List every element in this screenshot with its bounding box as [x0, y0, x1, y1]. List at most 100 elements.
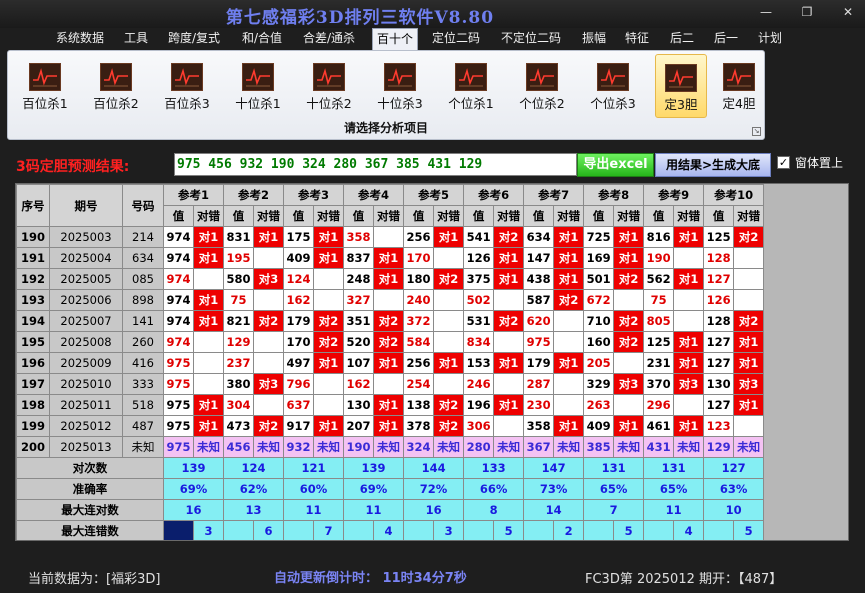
- table-row[interactable]: 191 2025004 634 974 对1 195 409 对1 837 对1 170 126 对1 1…: [16, 247, 765, 269]
- ref-value: 129: [703, 436, 735, 458]
- col-header-ref: 参考6: [463, 184, 525, 206]
- table-row[interactable]: 196 2025009 416 975 237 497 对1 107 对1 256 对1 153 对1 1…: [16, 352, 765, 374]
- ref-value: 256: [403, 352, 435, 374]
- ref-match: [493, 373, 525, 395]
- table-row[interactable]: 197 2025010 333 975 380 对3 796 162 254 246 287 329 对…: [16, 373, 765, 395]
- ref-match: 对1: [553, 247, 585, 269]
- menu-item[interactable]: 合差/通杀: [299, 28, 359, 50]
- ribbon-button[interactable]: 定4胆: [713, 54, 765, 118]
- ref-value: 634: [523, 226, 555, 248]
- ref-match: [493, 331, 525, 353]
- ref-value: 128: [703, 247, 735, 269]
- row-number: 未知: [122, 436, 164, 458]
- table-row[interactable]: 198 2025011 518 975 对1 304 637 130 对1 138 对2 196 对1 2…: [16, 394, 765, 416]
- ribbon-button[interactable]: 十位杀3: [371, 54, 429, 118]
- stat-value: 60%: [283, 478, 345, 500]
- ribbon-button[interactable]: 十位杀1: [229, 54, 287, 118]
- chart-icon: [100, 63, 132, 91]
- ref-value: 816: [643, 226, 675, 248]
- chart-icon: [665, 64, 697, 92]
- ref-match: 对2: [313, 331, 345, 353]
- ribbon-button[interactable]: 百位杀3: [158, 54, 216, 118]
- chart-icon: [384, 63, 416, 91]
- ribbon-button[interactable]: 定3胆: [655, 54, 707, 118]
- topmost-checkbox[interactable]: ✓: [777, 156, 790, 169]
- menu-item[interactable]: 百十个: [372, 28, 419, 50]
- restore-icon[interactable]: ❐: [795, 4, 819, 20]
- stat-value: 4: [373, 520, 405, 540]
- table-row[interactable]: 194 2025007 141 974 对1 821 对2 179 对2 351 对2 372 531 对…: [16, 310, 765, 332]
- ribbon-button[interactable]: 百位杀1: [16, 54, 74, 118]
- col-header-ref: 参考9: [643, 184, 705, 206]
- close-icon[interactable]: ✕: [836, 4, 860, 20]
- ribbon-button[interactable]: 个位杀3: [584, 54, 642, 118]
- ref-match: 对1: [192, 289, 225, 311]
- dialog-launcher-icon[interactable]: ↘: [752, 127, 761, 136]
- topmost-label: 窗体置上: [795, 156, 844, 170]
- row-index: 192: [16, 268, 50, 290]
- ref-match: [192, 268, 225, 290]
- stat-value: 16: [403, 499, 465, 521]
- ref-value: 637: [283, 394, 315, 416]
- menu-item[interactable]: 后一: [710, 28, 742, 50]
- row-number: 416: [122, 352, 164, 374]
- stat-value: 5: [613, 520, 645, 540]
- menu-item[interactable]: 跨度/复式: [164, 28, 224, 50]
- ref-match: 未知: [733, 436, 765, 458]
- ref-match: 对1: [192, 226, 225, 248]
- table-row[interactable]: 192 2025005 085 974 580 对3 124 248 对1 180 对2 375 对1 4…: [16, 268, 765, 290]
- row-period: 2025006: [49, 289, 123, 311]
- row-period: 2025003: [49, 226, 123, 248]
- ref-value: 358: [523, 415, 555, 437]
- ref-match: [613, 394, 645, 416]
- ref-match: [253, 247, 285, 269]
- ribbon-button[interactable]: 十位杀2: [300, 54, 358, 118]
- ref-value: 438: [523, 268, 555, 290]
- ref-match: 对1: [493, 394, 525, 416]
- ref-match: 对1: [253, 226, 285, 248]
- export-excel-button[interactable]: 导出excel: [577, 153, 654, 177]
- col-header-match: 对错: [613, 205, 645, 227]
- ribbon-button[interactable]: 百位杀2: [87, 54, 145, 118]
- ref-match: 对1: [493, 352, 525, 374]
- menu-item[interactable]: 计划: [754, 28, 786, 50]
- minimize-icon[interactable]: —: [754, 4, 778, 20]
- ribbon-button[interactable]: 个位杀1: [442, 54, 500, 118]
- ref-match: 对1: [673, 268, 705, 290]
- table-row[interactable]: 199 2025012 487 975 对1 473 对2 917 对1 207 对1 378 对2 30…: [16, 415, 765, 437]
- ref-value: 304: [223, 394, 255, 416]
- ref-match: 未知: [613, 436, 645, 458]
- data-grid: 序号 期号 号码 参考1 参考2 参考3 参考4 参考5 参考6 参考7 参考8 参考9 参考10 值对错…: [15, 183, 849, 541]
- table-row[interactable]: 190 2025003 214 974 对1 831 对1 175 对1 358 256 对1 541 对…: [16, 226, 765, 248]
- ref-match: [733, 289, 765, 311]
- prediction-row[interactable]: 200 2025013 未知 975 未知 456 未知 932 未知 190 未知 324 未知 280…: [16, 436, 765, 458]
- table-row[interactable]: 193 2025006 898 974 对1 75 162 327 240 502 587 对2 672…: [16, 289, 765, 311]
- col-header-ref: 参考4: [343, 184, 405, 206]
- menu-item[interactable]: 不定位二码: [497, 28, 565, 50]
- menu-item[interactable]: 特征: [621, 28, 653, 50]
- ref-value: 324: [403, 436, 435, 458]
- title-bar: 第七感福彩3D排列三软件V8.80 — ❐ ✕: [0, 0, 865, 28]
- menu-item[interactable]: 振幅: [578, 28, 610, 50]
- menu-item[interactable]: 和/合值: [238, 28, 286, 50]
- generate-base-button[interactable]: 用结果>生成大底: [655, 153, 771, 177]
- ref-match: 对1: [313, 415, 345, 437]
- stat-value: 124: [223, 457, 285, 479]
- table-row[interactable]: 195 2025008 260 974 129 170 对2 520 对2 584 834 975 16…: [16, 331, 765, 353]
- ref-match: 对1: [192, 310, 225, 332]
- col-header-ref: 参考3: [283, 184, 345, 206]
- stat-spacer: [523, 520, 555, 540]
- result-field[interactable]: 975 456 932 190 324 280 367 385 431 129: [174, 153, 577, 176]
- chart-icon: [723, 63, 755, 91]
- row-period: 2025013: [49, 436, 123, 458]
- ribbon-button[interactable]: 个位杀2: [513, 54, 571, 118]
- ref-value: 805: [643, 310, 675, 332]
- ref-match: 对1: [733, 394, 765, 416]
- ref-value: 672: [583, 289, 615, 311]
- menu-item[interactable]: 定位二码: [428, 28, 484, 50]
- menu-item[interactable]: 后二: [666, 28, 698, 50]
- menu-item[interactable]: 系统数据: [52, 28, 108, 50]
- stat-value: 147: [523, 457, 585, 479]
- ref-match: 对1: [192, 415, 225, 437]
- menu-item[interactable]: 工具: [120, 28, 152, 50]
